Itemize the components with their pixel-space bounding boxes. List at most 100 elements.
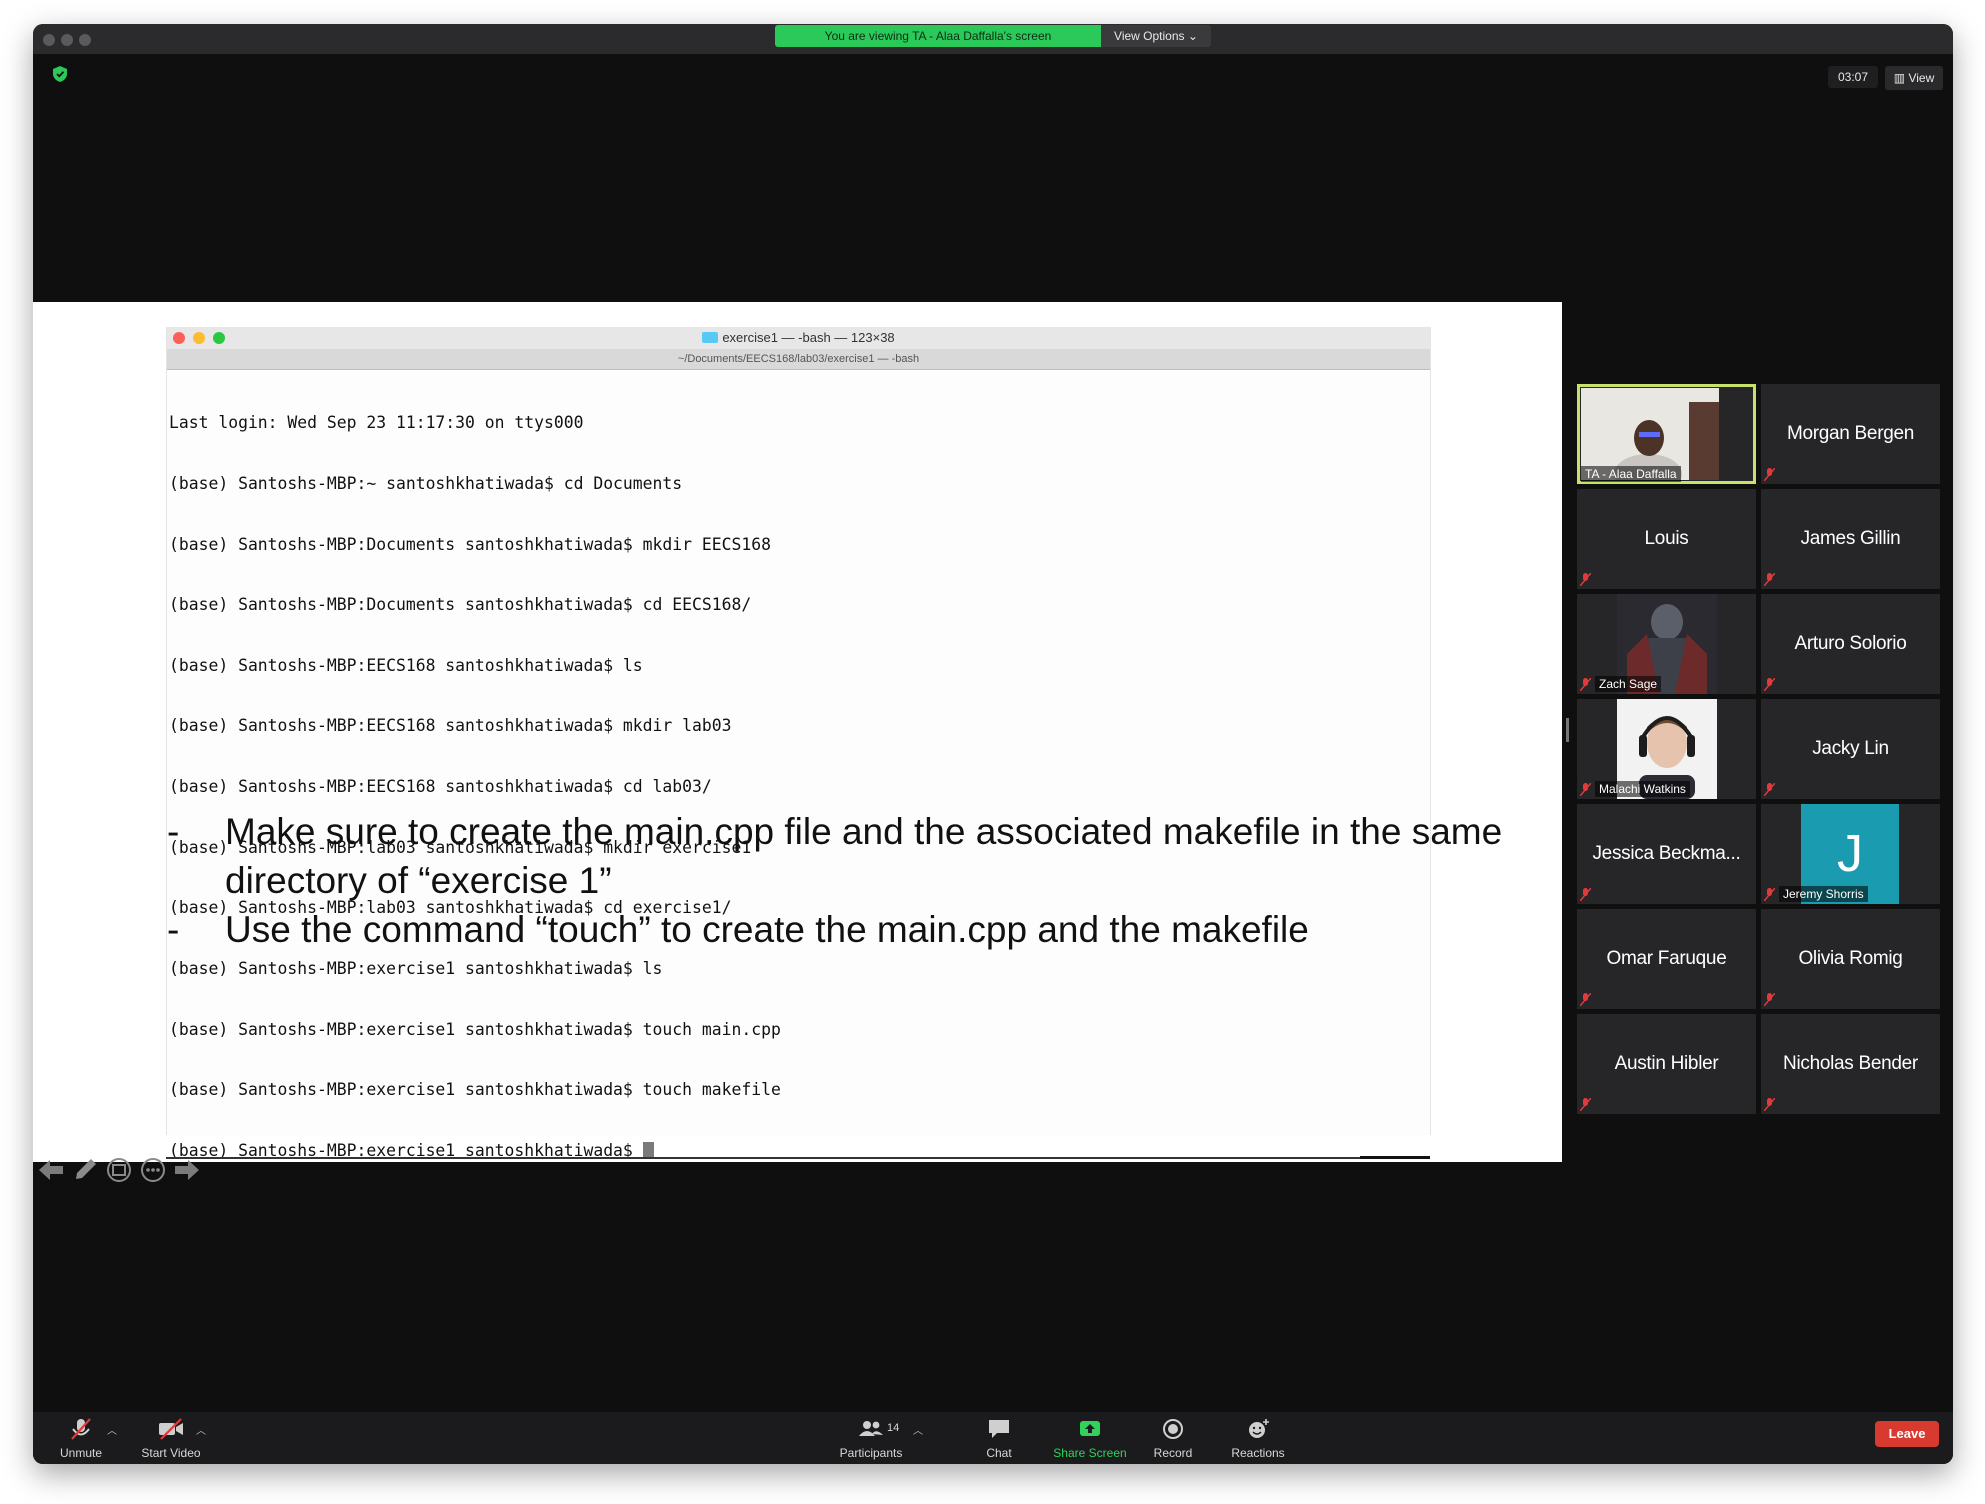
chat-button[interactable]: Chat: [969, 1418, 1029, 1460]
terminal-line: (base) Santoshs-MBP:EECS168 santoshkhati…: [169, 716, 732, 736]
participant-tile[interactable]: Olivia Romig: [1761, 909, 1940, 1009]
muted-mic-icon: [1580, 888, 1591, 901]
divider: [166, 1157, 1429, 1159]
meeting-toolbar: Unmute ︿ Start Video ︿ 14 Participants ︿…: [33, 1412, 1953, 1464]
muted-mic-icon: [1764, 678, 1775, 691]
folder-icon: [702, 332, 719, 343]
start-video-label: Start Video: [141, 1446, 201, 1460]
share-screen-label: Share Screen: [1053, 1446, 1127, 1460]
muted-mic-icon: [1764, 888, 1775, 901]
participant-tile[interactable]: Morgan Bergen: [1761, 384, 1940, 484]
viewing-banner: You are viewing TA - Alaa Daffalla's scr…: [775, 25, 1101, 47]
terminal-line: (base) Santoshs-MBP:exercise1 santoshkha…: [169, 1080, 781, 1100]
chevron-up-icon[interactable]: ︿: [913, 1422, 923, 1437]
participant-name: Zach Sage: [1595, 676, 1662, 692]
camera-off-icon: [159, 1418, 183, 1440]
terminal-line: (base) Santoshs-MBP:EECS168 santoshkhati…: [169, 777, 712, 797]
bullet-text: Use the command “touch” to create the ma…: [225, 909, 1309, 950]
terminal-line: (base) Santoshs-MBP:Documents santoshkha…: [169, 534, 771, 554]
participants-count: 14: [887, 1422, 900, 1434]
participants-button[interactable]: 14 Participants: [831, 1418, 911, 1460]
record-label: Record: [1153, 1446, 1193, 1460]
unmute-label: Unmute: [59, 1446, 103, 1460]
participant-tile[interactable]: J Jeremy Shorris: [1761, 804, 1940, 904]
muted-mic-icon: [1764, 468, 1775, 481]
participant-tile[interactable]: Arturo Solorio: [1761, 594, 1940, 694]
share-screen-button[interactable]: Share Screen: [1045, 1418, 1135, 1460]
chat-label: Chat: [986, 1446, 1012, 1460]
participant-name: Jeremy Shorris: [1779, 886, 1868, 902]
muted-mic-icon: [1580, 678, 1591, 691]
participant-tile[interactable]: Omar Faruque: [1577, 909, 1756, 1009]
chat-icon: [989, 1420, 1009, 1438]
title-bar: You are viewing TA - Alaa Daffalla's scr…: [33, 24, 1953, 54]
chevron-up-icon[interactable]: ︿: [196, 1422, 206, 1437]
muted-mic-icon: [1580, 993, 1591, 1006]
view-options-label: View Options: [1114, 29, 1185, 43]
view-layout-button[interactable]: ▥ View: [1885, 66, 1943, 90]
more-options-icon[interactable]: [139, 1156, 167, 1189]
divider: [1360, 1156, 1430, 1159]
participant-tile[interactable]: Zach Sage: [1577, 594, 1756, 694]
muted-mic-icon: [1580, 783, 1591, 796]
arrow-left-icon[interactable]: [37, 1156, 65, 1189]
muted-mic-icon: [1764, 1098, 1775, 1111]
terminal-line: (base) Santoshs-MBP:exercise1 santoshkha…: [169, 1019, 781, 1039]
participant-tile[interactable]: Malachi Watkins: [1577, 699, 1756, 799]
terminal-minimize-button[interactable]: [193, 332, 205, 344]
shared-screen: exercise1 — -bash — 123×38 ~/Documents/E…: [33, 302, 1562, 1182]
participant-name: TA - Alaa Daffalla: [1581, 466, 1681, 482]
participants-icon: [859, 1421, 883, 1436]
participant-tile[interactable]: James Gillin: [1761, 489, 1940, 589]
pencil-icon[interactable]: [71, 1156, 99, 1189]
terminal-line: (base) Santoshs-MBP:Documents santoshkha…: [169, 595, 752, 615]
bullet-dash: -: [167, 811, 180, 852]
leave-button[interactable]: Leave: [1875, 1421, 1939, 1447]
participant-name: James Gillin: [1800, 528, 1901, 549]
terminal-line: (base) Santoshs-MBP:exercise1 santoshkha…: [169, 958, 663, 978]
terminal-title: exercise1 — -bash — 123×38: [722, 330, 895, 345]
unmute-button[interactable]: Unmute: [51, 1418, 111, 1460]
muted-mic-icon: [1764, 783, 1775, 796]
bullet-item: - Use the command “touch” to create the …: [167, 905, 1547, 954]
zoom-window: You are viewing TA - Alaa Daffalla's scr…: [33, 24, 1953, 1464]
record-icon: [1163, 1419, 1183, 1439]
minimize-window-button[interactable]: [61, 34, 73, 46]
arrow-right-icon[interactable]: [173, 1156, 201, 1189]
view-options-button[interactable]: View Options ⌄: [1101, 25, 1211, 47]
participant-tile[interactable]: Jessica Beckma...: [1577, 804, 1756, 904]
participant-tile[interactable]: Louis: [1577, 489, 1756, 589]
participant-name: Malachi Watkins: [1595, 781, 1690, 797]
terminal-output[interactable]: Last login: Wed Sep 23 11:17:30 on ttys0…: [169, 373, 781, 1201]
participant-name: Morgan Bergen: [1786, 423, 1915, 444]
close-window-button[interactable]: [43, 34, 55, 46]
reactions-button[interactable]: Reactions: [1223, 1418, 1293, 1460]
muted-mic-icon: [1580, 1098, 1591, 1111]
record-button[interactable]: Record: [1141, 1418, 1205, 1460]
grid-icon: ▥: [1893, 71, 1906, 85]
terminal-tab-bar: ~/Documents/EECS168/lab03/exercise1 — -b…: [167, 349, 1430, 370]
bullet-dash: -: [167, 909, 180, 950]
participant-tile[interactable]: Jacky Lin: [1761, 699, 1940, 799]
panel-resize-handle[interactable]: [1566, 718, 1569, 742]
share-screen-icon: [1080, 1421, 1100, 1436]
terminal-zoom-button[interactable]: [213, 332, 225, 344]
participant-name: Arturo Solorio: [1794, 633, 1907, 654]
terminal-title-bar: exercise1 — -bash — 123×38: [167, 327, 1430, 350]
terminal-line: (base) Santoshs-MBP:~ santoshkhatiwada$ …: [169, 474, 683, 494]
encryption-shield-icon: [53, 66, 67, 82]
participant-tile[interactable]: Nicholas Bender: [1761, 1014, 1940, 1114]
participant-name: Austin Hibler: [1614, 1053, 1719, 1074]
slide-thumbnail-icon[interactable]: [105, 1156, 133, 1189]
participant-name: Louis: [1644, 528, 1689, 549]
terminal-close-button[interactable]: [173, 332, 185, 344]
chevron-up-icon[interactable]: ︿: [107, 1422, 117, 1437]
participant-tile[interactable]: TA - Alaa Daffalla: [1577, 384, 1756, 484]
view-label: View: [1908, 71, 1935, 85]
terminal-line: (base) Santoshs-MBP:EECS168 santoshkhati…: [169, 655, 643, 675]
meeting-timer: 03:07: [1828, 66, 1878, 88]
participant-name: Jessica Beckma...: [1592, 843, 1741, 864]
participant-tile[interactable]: Austin Hibler: [1577, 1014, 1756, 1114]
zoom-window-button[interactable]: [79, 34, 91, 46]
annotation-tools: [37, 1156, 217, 1188]
